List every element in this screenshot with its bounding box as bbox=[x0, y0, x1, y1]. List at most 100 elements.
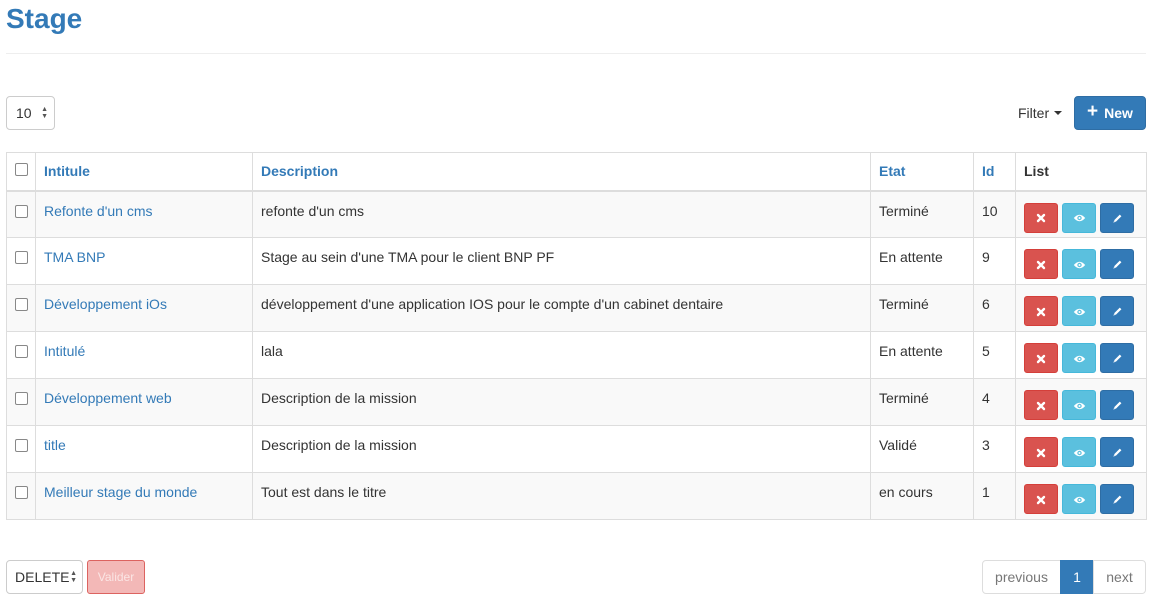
intitule-link[interactable]: Meilleur stage du monde bbox=[44, 484, 197, 500]
cell-intitule: Développement web bbox=[35, 378, 253, 426]
cell-etat: Validé bbox=[870, 425, 974, 473]
intitule-link[interactable]: Développement iOs bbox=[44, 296, 167, 312]
delete-button[interactable] bbox=[1024, 484, 1058, 514]
cell-actions bbox=[1015, 331, 1147, 379]
sort-description-link[interactable]: Description bbox=[261, 163, 338, 179]
cell-id: 3 bbox=[973, 425, 1016, 473]
cell-etat: Terminé bbox=[870, 378, 974, 426]
table-row: Développement iOs développement d'une app… bbox=[6, 284, 1147, 332]
eye-icon bbox=[1073, 305, 1086, 319]
delete-button[interactable] bbox=[1024, 249, 1058, 279]
intitule-link[interactable]: TMA BNP bbox=[44, 249, 105, 265]
next-page-button[interactable]: next bbox=[1093, 560, 1146, 594]
edit-button[interactable] bbox=[1100, 390, 1134, 420]
sort-id-link[interactable]: Id bbox=[982, 163, 994, 179]
cell-intitule: TMA BNP bbox=[35, 237, 253, 285]
intitule-link[interactable]: Intitulé bbox=[44, 343, 85, 359]
pencil-icon bbox=[1112, 305, 1123, 319]
pencil-icon bbox=[1112, 258, 1123, 272]
delete-button[interactable] bbox=[1024, 437, 1058, 467]
edit-button[interactable] bbox=[1100, 437, 1134, 467]
pencil-icon bbox=[1112, 493, 1123, 507]
cell-id: 5 bbox=[973, 331, 1016, 379]
cell-id: 1 bbox=[973, 472, 1016, 520]
sort-intitule-link[interactable]: Intitule bbox=[44, 163, 90, 179]
view-button[interactable] bbox=[1062, 390, 1096, 420]
row-checkbox[interactable] bbox=[14, 345, 28, 358]
row-select-cell bbox=[6, 425, 36, 473]
edit-button[interactable] bbox=[1100, 343, 1134, 373]
per-page-select[interactable]: 10 ▲ ▼ bbox=[6, 96, 55, 130]
eye-icon bbox=[1073, 446, 1086, 460]
view-button[interactable] bbox=[1062, 437, 1096, 467]
delete-button[interactable] bbox=[1024, 296, 1058, 326]
table-header-row: Intitule Description Etat Id List bbox=[6, 152, 1147, 192]
previous-page-button[interactable]: previous bbox=[982, 560, 1061, 594]
view-button[interactable] bbox=[1062, 249, 1096, 279]
per-page-value: 10 bbox=[16, 105, 32, 121]
edit-button[interactable] bbox=[1100, 296, 1134, 326]
cell-id: 9 bbox=[973, 237, 1016, 285]
cell-actions bbox=[1015, 190, 1147, 238]
cell-intitule: Intitulé bbox=[35, 331, 253, 379]
eye-icon bbox=[1073, 258, 1086, 272]
eye-icon bbox=[1073, 352, 1086, 366]
cell-etat: Terminé bbox=[870, 284, 974, 332]
row-checkbox[interactable] bbox=[14, 439, 28, 452]
cell-actions bbox=[1015, 237, 1147, 285]
close-icon bbox=[1036, 352, 1046, 366]
cell-intitule: Refonte d'un cms bbox=[35, 190, 253, 238]
column-header-id: Id bbox=[973, 152, 1016, 192]
bulk-action-select[interactable]: DELETE ▲ ▼ bbox=[6, 560, 83, 594]
edit-button[interactable] bbox=[1100, 249, 1134, 279]
view-button[interactable] bbox=[1062, 202, 1096, 233]
row-select-cell bbox=[6, 472, 36, 520]
row-select-cell bbox=[6, 237, 36, 285]
close-icon bbox=[1036, 212, 1046, 226]
cell-intitule: Développement iOs bbox=[35, 284, 253, 332]
sort-etat-link[interactable]: Etat bbox=[879, 163, 905, 179]
pagination: previous 1 next bbox=[982, 560, 1146, 594]
cell-etat: En attente bbox=[870, 331, 974, 379]
row-checkbox[interactable] bbox=[14, 486, 28, 499]
row-checkbox[interactable] bbox=[14, 204, 28, 218]
edit-button[interactable] bbox=[1100, 484, 1134, 514]
cell-description: Description de la mission bbox=[252, 378, 871, 426]
new-button[interactable]: + New bbox=[1074, 96, 1146, 130]
view-button[interactable] bbox=[1062, 296, 1096, 326]
eye-icon bbox=[1073, 493, 1086, 507]
delete-button[interactable] bbox=[1024, 202, 1058, 233]
select-arrows-icon: ▲ ▼ bbox=[41, 106, 48, 120]
filter-dropdown-toggle[interactable]: Filter bbox=[1018, 105, 1063, 121]
row-checkbox[interactable] bbox=[14, 251, 28, 264]
delete-button[interactable] bbox=[1024, 390, 1058, 420]
cell-actions bbox=[1015, 425, 1147, 473]
intitule-link[interactable]: Développement web bbox=[44, 390, 172, 406]
intitule-link[interactable]: Refonte d'un cms bbox=[44, 203, 153, 219]
delete-button[interactable] bbox=[1024, 343, 1058, 373]
select-all-checkbox[interactable] bbox=[14, 163, 28, 177]
close-icon bbox=[1036, 399, 1046, 413]
plus-icon: + bbox=[1087, 101, 1099, 122]
table-row: Meilleur stage du monde Tout est dans le … bbox=[6, 472, 1147, 520]
pencil-icon bbox=[1112, 399, 1123, 413]
title-divider bbox=[6, 53, 1146, 54]
table-row: TMA BNP Stage au sein d'une TMA pour le c… bbox=[6, 237, 1147, 285]
view-button[interactable] bbox=[1062, 343, 1096, 373]
column-header-description: Description bbox=[252, 152, 871, 192]
cell-description: refonte d'un cms bbox=[252, 190, 871, 238]
pencil-icon bbox=[1112, 212, 1123, 226]
validate-button[interactable]: Valider bbox=[87, 560, 145, 594]
row-checkbox[interactable] bbox=[14, 298, 28, 311]
cell-actions bbox=[1015, 378, 1147, 426]
edit-button[interactable] bbox=[1100, 202, 1134, 233]
current-page-button[interactable]: 1 bbox=[1060, 560, 1094, 594]
cell-etat: Terminé bbox=[870, 190, 974, 238]
row-checkbox[interactable] bbox=[14, 392, 28, 405]
intitule-link[interactable]: title bbox=[44, 437, 66, 453]
view-button[interactable] bbox=[1062, 484, 1096, 514]
row-select-cell bbox=[6, 284, 36, 332]
pencil-icon bbox=[1112, 352, 1123, 366]
table-row: Refonte d'un cms refonte d'un cms Terminé 1… bbox=[6, 190, 1147, 238]
cell-intitule: title bbox=[35, 425, 253, 473]
